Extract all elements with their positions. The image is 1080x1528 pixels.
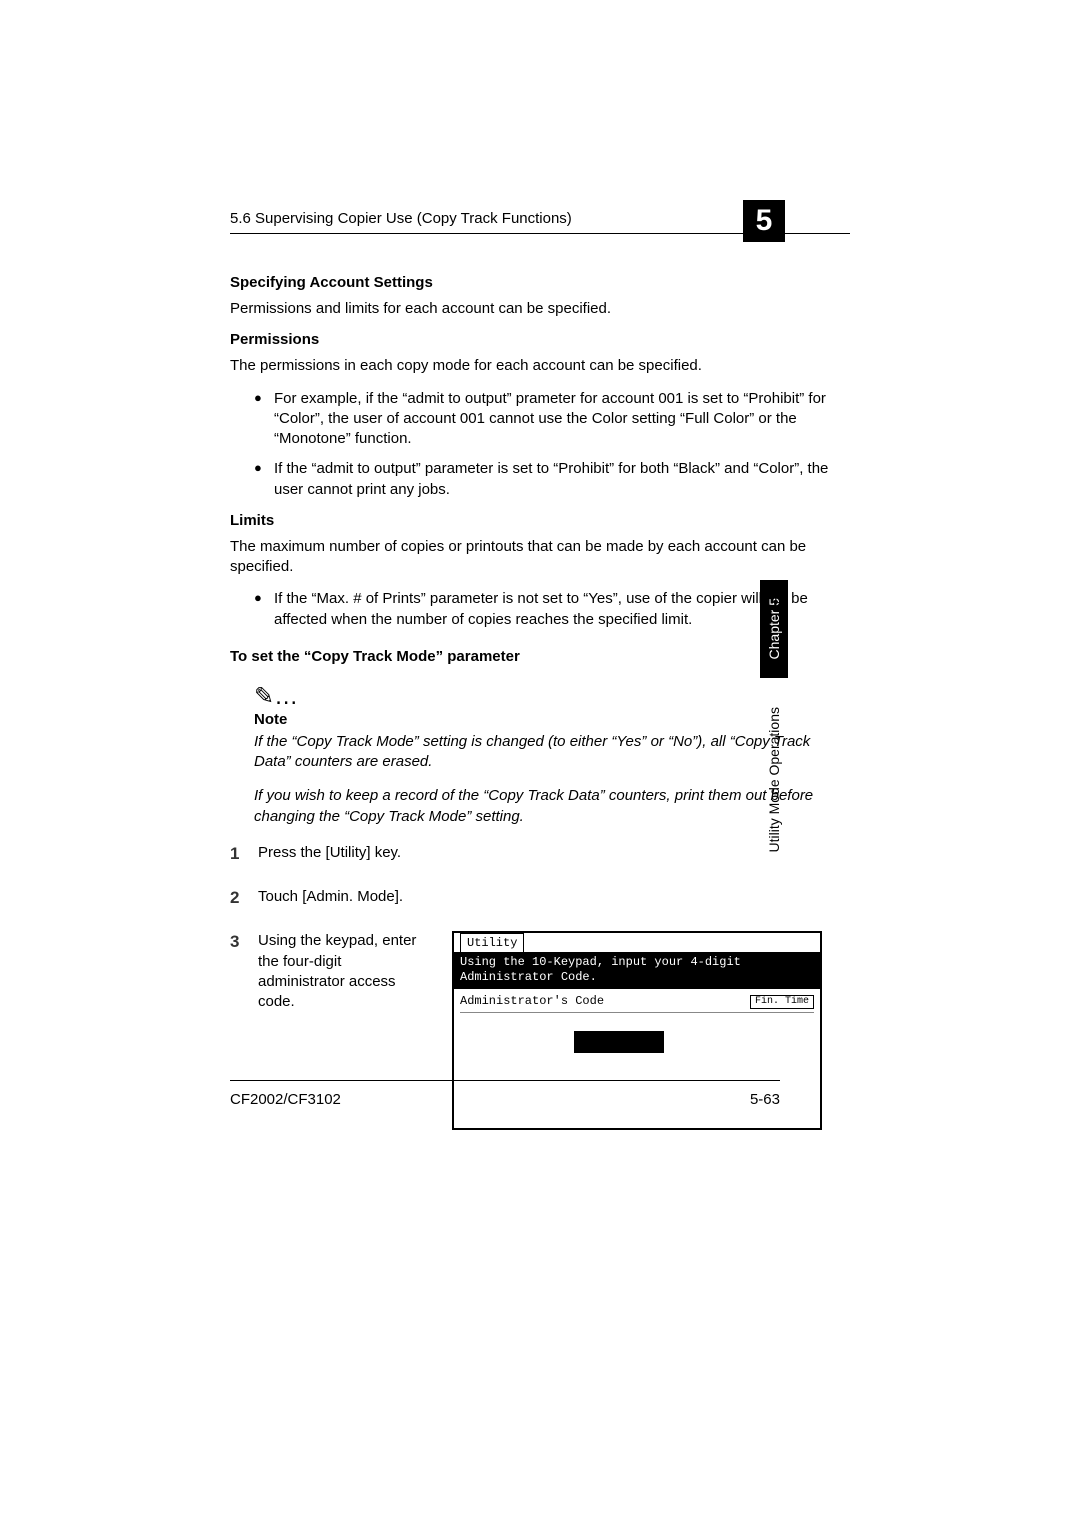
page-footer: CF2002/CF3102 5-63 [230, 1080, 780, 1108]
permissions-intro-text: The permissions in each copy mode for ea… [230, 356, 850, 376]
list-item: If the “admit to output” parameter is se… [254, 459, 850, 500]
heading-specifying-account: Specifying Account Settings [230, 274, 850, 291]
heading-limits: Limits [230, 512, 850, 529]
step-text: Touch [Admin. Mode]. [258, 888, 403, 905]
step-text: Using the keypad, enter the four-digit a… [258, 931, 418, 1012]
lcd-fin-time-button[interactable]: Fin. Time [750, 995, 814, 1009]
lcd-row: Administrator's Code Fin. Time [460, 993, 814, 1012]
note-icon: ✎… [254, 685, 850, 709]
lcd-row-label: Administrator's Code [460, 993, 604, 1009]
lcd-band-line2: Administrator Code. [460, 970, 814, 985]
section-header: 5.6 Supervising Copier Use (Copy Track F… [230, 210, 850, 234]
heading-permissions: Permissions [230, 331, 850, 348]
step-text: Press the [Utility] key. [258, 844, 401, 861]
note-body-2: If you wish to keep a record of the “Cop… [254, 786, 850, 827]
note-body-1: If the “Copy Track Mode” setting is chan… [254, 732, 850, 773]
permissions-bullet-list: For example, if the “admit to output” pr… [254, 389, 850, 500]
list-item: For example, if the “admit to output” pr… [254, 389, 850, 450]
lcd-instruction-band: Using the 10-Keypad, input your 4-digit … [454, 952, 820, 988]
lcd-band-line1: Using the 10-Keypad, input your 4-digit [460, 955, 814, 970]
step-2: Touch [Admin. Mode]. [230, 887, 850, 907]
footer-model: CF2002/CF3102 [230, 1091, 341, 1108]
lcd-tab: Utility [460, 933, 524, 952]
lcd-redacted-block [574, 1031, 664, 1053]
limits-bullet-list: If the “Max. # of Prints” parameter is n… [254, 589, 850, 630]
note-label: Note [254, 711, 850, 728]
section-title: 5.6 Supervising Copier Use (Copy Track F… [230, 210, 572, 227]
footer-page-number: 5-63 [750, 1091, 780, 1108]
note-block: ✎… Note If the “Copy Track Mode” setting… [254, 685, 850, 827]
step-1: Press the [Utility] key. [230, 843, 850, 863]
account-intro-text: Permissions and limits for each account … [230, 299, 850, 319]
heading-procedure: To set the “Copy Track Mode” parameter [230, 648, 850, 665]
list-item: If the “Max. # of Prints” parameter is n… [254, 589, 850, 630]
limits-intro-text: The maximum number of copies or printout… [230, 537, 850, 578]
